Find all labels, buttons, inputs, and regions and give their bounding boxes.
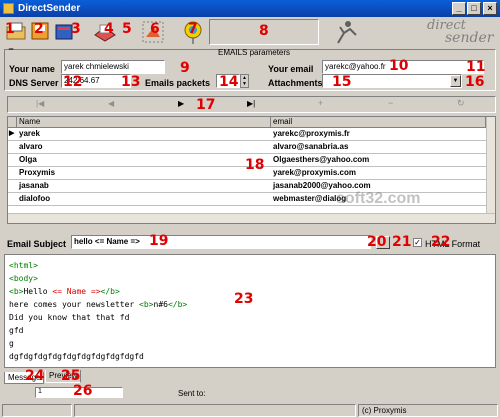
- brand-logo: direct sender: [425, 18, 495, 48]
- callout-25: 25: [61, 368, 81, 384]
- status-panel-2: [74, 404, 356, 417]
- callout-26: 26: [73, 383, 93, 399]
- message-editor[interactable]: <html> <body> <b>Hello <= Name =></b> he…: [4, 254, 496, 368]
- row-name: Proxymis: [19, 168, 56, 177]
- row-email: alvaro@sanabria.as: [273, 142, 349, 151]
- grid-header-name[interactable]: Name: [17, 117, 271, 128]
- callout-19: 19: [149, 233, 169, 249]
- params-title: EMAILS parameters: [218, 48, 291, 57]
- row-email: yarekc@proxymis.fr: [273, 129, 350, 138]
- callout-1: 1: [5, 21, 15, 37]
- emails-packets-label: Emails packets: [145, 78, 211, 88]
- your-email-label: Your email: [268, 64, 314, 74]
- callout-13: 13: [121, 74, 141, 90]
- callout-21: 21: [392, 234, 412, 250]
- your-name-field[interactable]: yarek chmielewski: [61, 60, 165, 74]
- callout-4: 4: [104, 21, 114, 37]
- grid-indicator-header: [8, 117, 17, 128]
- runner-icon: [337, 21, 357, 44]
- nav-add-button[interactable]: +: [318, 98, 323, 108]
- row-name: yarek: [19, 129, 40, 138]
- app-icon: [3, 3, 14, 14]
- html-format-checkbox[interactable]: ✓: [413, 238, 422, 247]
- nav-delete-button[interactable]: −: [388, 98, 393, 108]
- email-subject-label: Email Subject: [7, 239, 67, 249]
- editor-name-token: <= Name =>: [52, 287, 101, 296]
- callout-8: 8: [259, 23, 269, 39]
- editor-hello: Hello: [23, 287, 53, 296]
- sent-to-label: Sent to:: [178, 389, 206, 398]
- row-name: alvaro: [19, 142, 43, 151]
- close-button[interactable]: ×: [483, 2, 497, 15]
- callout-23: 23: [234, 291, 254, 307]
- callout-2: 2: [34, 21, 44, 37]
- editor-line7: g: [9, 339, 14, 348]
- nav-refresh-button[interactable]: ↻: [457, 98, 465, 109]
- callout-12: 12: [63, 74, 83, 90]
- editor-line6: gfd: [9, 326, 24, 335]
- callout-16: 16: [465, 74, 485, 90]
- your-name-label: Your name: [9, 64, 55, 74]
- nav-play-button[interactable]: ▶: [178, 99, 184, 108]
- callout-7: 7: [188, 21, 198, 37]
- editor-b-close2: </b>: [167, 300, 188, 309]
- attachments-dropdown-button[interactable]: ▼: [450, 75, 461, 87]
- row-email: Olgaesthers@yahoo.com: [273, 155, 370, 164]
- callout-22: 22: [431, 234, 451, 250]
- callout-6: 6: [150, 21, 160, 37]
- packets-stepper[interactable]: ▲ ▼: [240, 74, 249, 88]
- callout-3: 3: [71, 21, 81, 37]
- editor-html-tag: <html>: [9, 261, 38, 270]
- grid-header-email[interactable]: email: [271, 117, 486, 128]
- callout-18: 18: [245, 157, 265, 173]
- editor-line4b: n#6: [153, 300, 168, 309]
- row-name: Olga: [19, 155, 37, 164]
- window-title: DirectSender: [18, 3, 81, 14]
- status-panel-1: [2, 404, 72, 417]
- editor-line8: dgfdgfdgfdgfdgfdgfdgfdgfdgfd: [9, 352, 144, 361]
- row-name: jasanab: [19, 181, 49, 190]
- callout-17: 17: [196, 97, 216, 113]
- editor-body-tag: <body>: [9, 274, 38, 283]
- watermark: soft32.com: [336, 190, 421, 207]
- editor-b-close: </b>: [100, 287, 120, 296]
- row-email: yarek@proxymis.com: [273, 168, 356, 177]
- grid-vertical-scrollbar[interactable]: [486, 117, 495, 213]
- row-name: dialofoo: [19, 194, 51, 203]
- email-subject-field[interactable]: hello <= Name =>: [71, 235, 371, 249]
- table-row[interactable]: alvaro alvaro@sanabria.as: [8, 141, 486, 154]
- brand-line2: sender: [445, 30, 494, 46]
- callout-20: 20: [367, 234, 387, 250]
- callout-10: 10: [389, 58, 409, 74]
- nav-last-button[interactable]: ▶|: [247, 99, 255, 108]
- callout-11: 11: [466, 59, 486, 75]
- callout-24: 24: [25, 368, 45, 384]
- grid-horizontal-scrollbar[interactable]: [8, 213, 495, 223]
- title-bar: DirectSender _ □ ×: [0, 0, 500, 17]
- editor-line4a: here comes your newsletter: [9, 300, 140, 309]
- collapse-button[interactable]: −: [6, 45, 16, 55]
- status-copyright: (c) Proxymis: [358, 404, 498, 417]
- maximize-button[interactable]: □: [467, 2, 481, 15]
- callout-9: 9: [180, 60, 190, 76]
- callout-15: 15: [332, 74, 352, 90]
- editor-b-open2: <b>: [139, 300, 154, 309]
- editor-line5: Did you know that that fd: [9, 313, 130, 322]
- table-row[interactable]: ▶ yarek yarekc@proxymis.fr: [8, 128, 486, 141]
- editor-b-open: <b>: [9, 287, 24, 296]
- attachments-label: Attachments: [268, 78, 323, 88]
- row-email: jasanab2000@yahoo.com: [273, 181, 371, 190]
- callout-14: 14: [219, 74, 239, 90]
- minimize-button[interactable]: _: [452, 2, 466, 15]
- dns-server-label: DNS Server: [9, 78, 59, 88]
- nav-first-button[interactable]: |◀: [36, 99, 44, 108]
- nav-prev-button[interactable]: ◀: [108, 99, 114, 108]
- callout-5: 5: [122, 21, 132, 37]
- stop-button[interactable]: [330, 19, 360, 45]
